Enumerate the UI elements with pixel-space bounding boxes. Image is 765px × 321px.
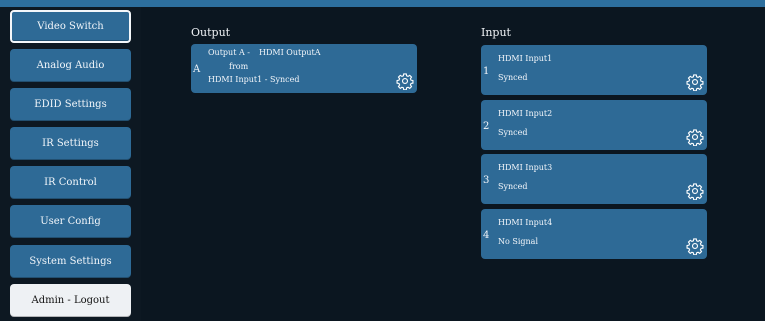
input-status: Synced [498,182,528,191]
output-card-index: A [193,64,201,75]
nav-user-config[interactable]: User Config [10,205,131,238]
logout-button[interactable]: Admin - Logout [10,284,131,317]
output-section-title: Output [191,26,231,39]
output-from-label: from [229,62,249,71]
nav-ir-control[interactable]: IR Control [10,166,131,199]
input-section-title: Input [481,26,511,39]
main-panel: Output A Output A - HDMI OutputA from HD… [141,7,765,321]
input-status: No Signal [498,237,538,246]
gear-icon[interactable] [686,73,704,91]
input-card-4[interactable]: 4 HDMI Input4 No Signal [481,209,707,259]
input-card-index: 2 [483,121,490,132]
output-card-a[interactable]: A Output A - HDMI OutputA from HDMI Inpu… [191,44,417,93]
sidebar: Video Switch Analog Audio EDID Settings … [0,7,141,321]
input-card-index: 3 [483,175,490,186]
input-name: HDMI Input4 [498,218,553,227]
output-source-status: HDMI Input1 - Synced [208,75,300,84]
nav-edid-settings[interactable]: EDID Settings [10,88,131,121]
gear-icon[interactable] [396,72,414,90]
input-card-index: 4 [483,230,490,241]
input-card-1[interactable]: 1 HDMI Input1 Synced [481,45,707,95]
input-status: Synced [498,128,528,137]
input-name: HDMI Input3 [498,163,553,172]
input-status: Synced [498,73,528,82]
input-name: HDMI Input2 [498,109,553,118]
gear-icon[interactable] [686,182,704,200]
input-card-2[interactable]: 2 HDMI Input2 Synced [481,100,707,150]
gear-icon[interactable] [686,237,704,255]
output-name: Output A - [208,48,250,57]
output-label: HDMI OutputA [259,48,321,57]
nav-video-switch[interactable]: Video Switch [10,10,131,43]
input-card-index: 1 [483,66,490,77]
top-accent-bar [0,0,765,7]
nav-analog-audio[interactable]: Analog Audio [10,49,131,82]
input-name: HDMI Input1 [498,54,553,63]
gear-icon[interactable] [686,128,704,146]
input-card-3[interactable]: 3 HDMI Input3 Synced [481,154,707,204]
nav-system-settings[interactable]: System Settings [10,245,131,278]
nav-ir-settings[interactable]: IR Settings [10,127,131,160]
